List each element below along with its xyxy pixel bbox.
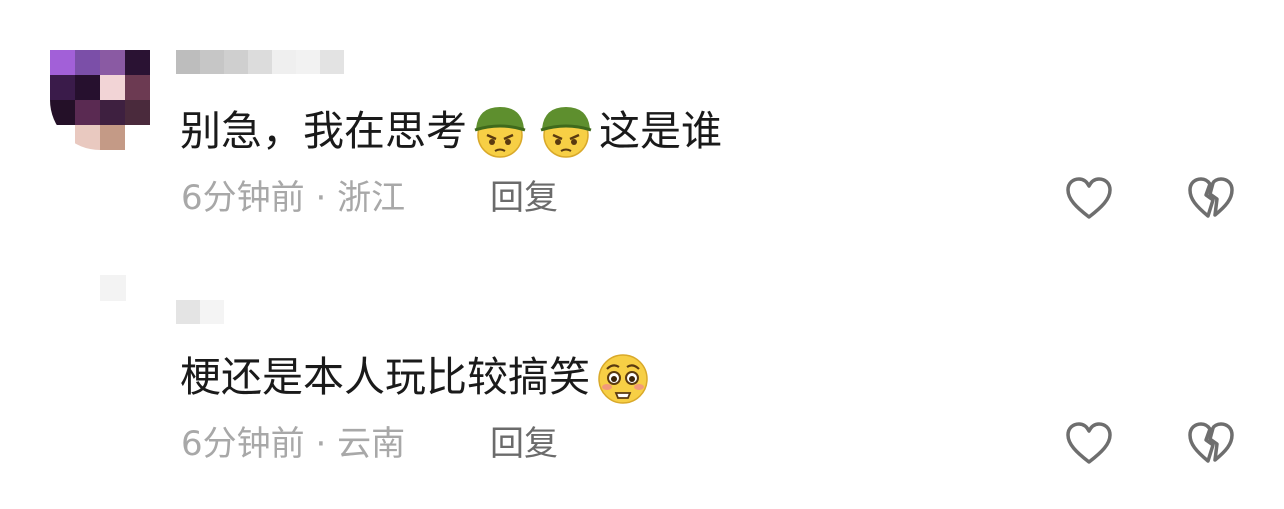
dislike-button[interactable]	[1186, 175, 1236, 221]
dislike-button[interactable]	[1186, 420, 1236, 466]
thinking-helmet-emoji	[536, 103, 596, 159]
comment-text: 别急，我在思考 这是谁	[180, 103, 722, 159]
comment-time: 6分钟前	[181, 178, 305, 218]
reply-avatar-blurred[interactable]	[100, 275, 126, 301]
comment-text: 梗还是本人玩比较搞笑	[180, 349, 656, 405]
like-button[interactable]	[1064, 420, 1114, 466]
broken-heart-outline-icon	[1188, 177, 1234, 218]
thinking-helmet-emoji	[470, 103, 530, 159]
comment-meta: 6分钟前 · 浙江	[181, 178, 405, 218]
pleading-emoji	[593, 349, 653, 405]
meta-separator: ·	[315, 424, 327, 464]
avatar[interactable]	[50, 50, 150, 150]
comment-location: 浙江	[337, 178, 406, 218]
comment-meta: 6分钟前 · 云南	[181, 424, 405, 464]
reply-button[interactable]: 回复	[490, 178, 558, 218]
username-blurred[interactable]	[176, 300, 224, 324]
username-blurred[interactable]	[176, 50, 344, 74]
heart-outline-icon	[1066, 177, 1112, 219]
like-button[interactable]	[1064, 175, 1114, 221]
comment-text-part: 这是谁	[599, 107, 722, 155]
broken-heart-outline-icon	[1188, 422, 1234, 463]
heart-outline-icon	[1066, 422, 1112, 464]
comment-time: 6分钟前	[181, 424, 305, 464]
reply-button[interactable]: 回复	[490, 424, 558, 464]
comment-text-part: 梗还是本人玩比较搞笑	[180, 353, 590, 401]
meta-separator: ·	[315, 178, 327, 218]
comment-location: 云南	[337, 424, 406, 464]
comment-text-part: 别急，我在思考	[180, 107, 467, 155]
